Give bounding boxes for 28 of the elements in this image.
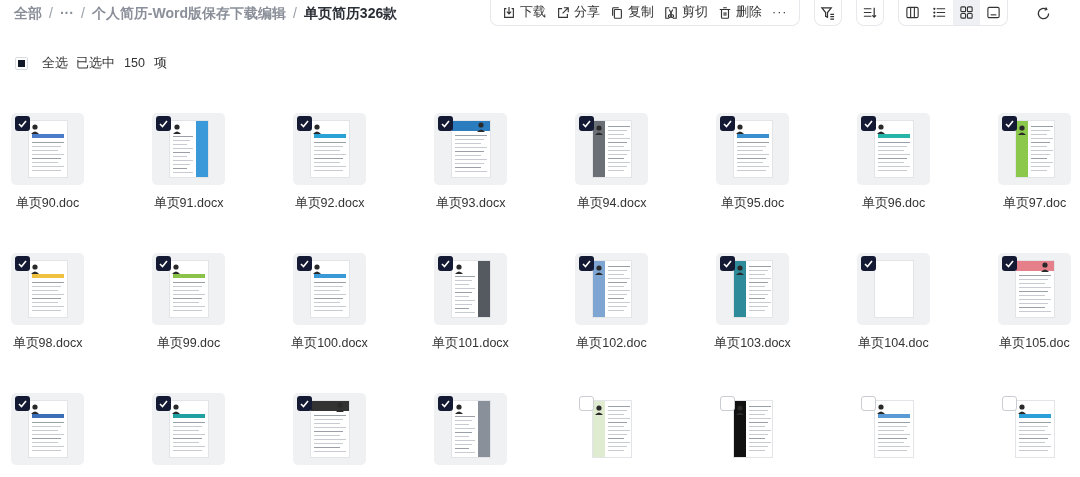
file-name: 单页91.docx (153, 195, 224, 212)
more-button[interactable]: ··· (767, 0, 793, 25)
delete-button[interactable]: 删除 (713, 0, 767, 25)
file-name: 单页105.doc (999, 335, 1070, 352)
file-name: 单页97.doc (1002, 195, 1067, 212)
file-name: 单页93.docx (435, 195, 506, 212)
file-name: 单页96.doc (861, 195, 926, 212)
file-name: 单页102.doc (576, 335, 647, 352)
file-name: 单页99.doc (156, 335, 221, 352)
file-name: 单页92.docx (294, 195, 365, 212)
breadcrumb-separator: / (80, 3, 85, 23)
select-all-label[interactable]: 全选 (42, 53, 68, 73)
file-name: 单页94.docx (576, 195, 647, 212)
share-button[interactable]: 分享 (551, 0, 605, 25)
file-name: 单页90.doc (15, 195, 80, 212)
file-name: 单页101.docx (432, 335, 509, 352)
selection-summary: 已选中 150 项 (76, 54, 167, 72)
breadcrumb-separator: / (49, 3, 53, 23)
file-name: 单页103.docx (714, 335, 791, 352)
file-name: 单页100.docx (291, 335, 368, 352)
breadcrumb-separator: / (292, 3, 297, 23)
file-name: 单页104.doc (858, 335, 929, 352)
breadcrumb-current: 单页简历326款 (303, 3, 398, 23)
file-name: 单页95.doc (720, 195, 785, 212)
download-button[interactable]: 下载 (497, 0, 551, 25)
copy-button[interactable]: 复制 (605, 0, 659, 25)
cut-button[interactable]: 剪切 (659, 0, 713, 25)
file-name: 单页98.docx (12, 335, 83, 352)
